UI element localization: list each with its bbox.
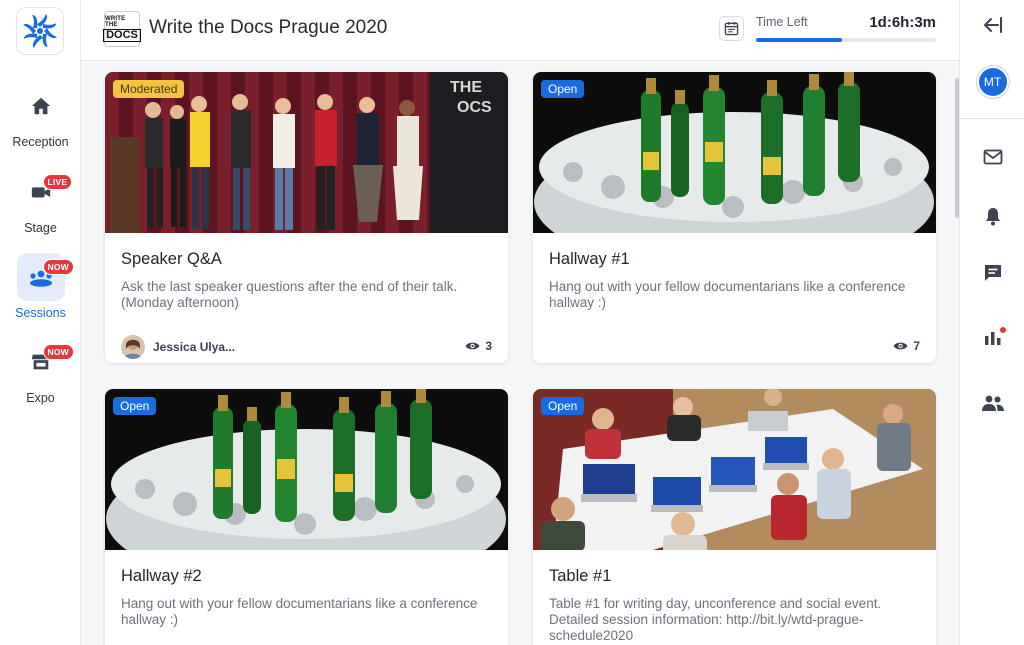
session-card-hallway-2[interactable]: Open Hallway #2 Hang out with your fello… bbox=[105, 389, 508, 645]
nav-label: Sessions bbox=[15, 306, 66, 320]
card-footer: Jessica Ulya... 3 bbox=[121, 335, 492, 359]
status-tag-open: Open bbox=[541, 80, 585, 98]
session-title: Hallway #1 bbox=[549, 250, 630, 268]
viewer-count: 7 bbox=[893, 339, 920, 353]
session-title: Hallway #2 bbox=[121, 567, 202, 585]
collapse-arrow-icon bbox=[983, 17, 1002, 33]
session-card-speaker-qa[interactable]: THE OCS Moderated Speaker Q&A Ask the la… bbox=[105, 72, 508, 363]
status-tag-open: Open bbox=[541, 397, 585, 415]
messages-button[interactable] bbox=[960, 137, 1024, 177]
now-badge: NOW bbox=[42, 344, 74, 360]
profile-avatar-button[interactable]: MT bbox=[960, 62, 1024, 102]
session-description: Hang out with your fellow documentarians… bbox=[121, 596, 478, 627]
viewer-count-value: 3 bbox=[485, 339, 492, 353]
video-camera-icon: LIVE bbox=[17, 168, 73, 216]
mail-icon bbox=[983, 149, 1002, 165]
polls-button[interactable] bbox=[960, 317, 1024, 357]
calendar-button[interactable] bbox=[719, 16, 744, 41]
collapse-button[interactable] bbox=[960, 5, 1024, 45]
bell-icon bbox=[985, 208, 1000, 226]
time-left-value: 1d:6h:3m bbox=[869, 14, 936, 31]
session-card-table-1[interactable]: Open Table #1 Table #1 for writing day, … bbox=[533, 389, 936, 645]
live-badge: LIVE bbox=[42, 174, 73, 190]
app-logo[interactable] bbox=[16, 7, 64, 55]
avatar: MT bbox=[978, 68, 1007, 96]
speaker-info[interactable]: Jessica Ulya... bbox=[121, 335, 235, 359]
calendar-icon bbox=[724, 21, 739, 36]
event-logo-line1: WRITE THE bbox=[105, 16, 126, 28]
nav-label: Stage bbox=[24, 221, 57, 235]
event-logo: WRITE THE DOCS bbox=[103, 11, 141, 47]
page-title: Write the Docs Prague 2020 bbox=[149, 17, 388, 38]
chat-icon bbox=[984, 265, 1001, 281]
session-description: Hang out with your fellow documentarians… bbox=[549, 279, 906, 310]
notification-dot bbox=[1000, 327, 1006, 333]
session-image-bottles-on-ice: Open bbox=[533, 72, 936, 233]
people-group-icon: NOW bbox=[16, 253, 74, 301]
nav-item-expo[interactable]: NOW Expo bbox=[0, 338, 81, 416]
nav-label: Reception bbox=[12, 135, 69, 149]
time-progress-bar bbox=[756, 38, 936, 42]
speaker-name: Jessica Ulya... bbox=[153, 340, 236, 354]
left-sidebar: Reception LIVE Stage NOW Sessions NOW Ex… bbox=[0, 0, 81, 645]
chat-button[interactable] bbox=[960, 253, 1024, 293]
status-tag-open: Open bbox=[113, 397, 157, 415]
time-progress-fill bbox=[756, 38, 843, 42]
session-card-hallway-1[interactable]: Open Hallway #1 Hang out with your fello… bbox=[533, 72, 936, 363]
status-tag-moderated: Moderated bbox=[113, 80, 185, 98]
nav-label: Expo bbox=[26, 391, 55, 405]
session-title: Speaker Q&A bbox=[121, 250, 222, 268]
session-image-group-photo: THE OCS Moderated bbox=[105, 72, 508, 233]
notifications-button[interactable] bbox=[960, 196, 1024, 236]
content-scrollbar[interactable] bbox=[955, 78, 959, 218]
time-left-label: Time Left bbox=[756, 15, 808, 29]
session-image-bottles-on-ice: Open bbox=[105, 389, 508, 550]
speaker-avatar bbox=[121, 335, 145, 359]
session-title: Table #1 bbox=[549, 567, 612, 585]
svg-text:OCS: OCS bbox=[457, 99, 492, 116]
session-description: Ask the last speaker questions after the… bbox=[121, 279, 458, 310]
eye-icon bbox=[465, 341, 480, 351]
session-description: Table #1 for writing day, unconference a… bbox=[549, 596, 882, 643]
svg-text:THE: THE bbox=[450, 79, 482, 96]
booth-icon: NOW bbox=[17, 338, 74, 386]
session-image-people-at-laptops: Open bbox=[533, 389, 936, 550]
people-button[interactable] bbox=[960, 383, 1024, 423]
eye-icon bbox=[893, 341, 908, 351]
home-icon bbox=[17, 82, 65, 130]
nav-item-stage[interactable]: LIVE Stage bbox=[0, 168, 81, 246]
people-icon bbox=[981, 395, 1004, 411]
card-footer: 7 bbox=[549, 335, 920, 359]
top-header: WRITE THE DOCS Write the Docs Prague 202… bbox=[81, 0, 959, 61]
viewer-count-value: 7 bbox=[913, 339, 920, 353]
event-logo-line2: DOCS bbox=[103, 29, 141, 42]
divider bbox=[960, 118, 1024, 119]
right-sidebar: MT bbox=[959, 0, 1024, 645]
now-badge: NOW bbox=[42, 259, 74, 275]
nav-item-sessions[interactable]: NOW Sessions bbox=[0, 253, 81, 331]
viewer-count: 3 bbox=[465, 339, 492, 353]
nav-item-reception[interactable]: Reception bbox=[0, 82, 81, 160]
swirl-logo-icon bbox=[23, 14, 57, 48]
